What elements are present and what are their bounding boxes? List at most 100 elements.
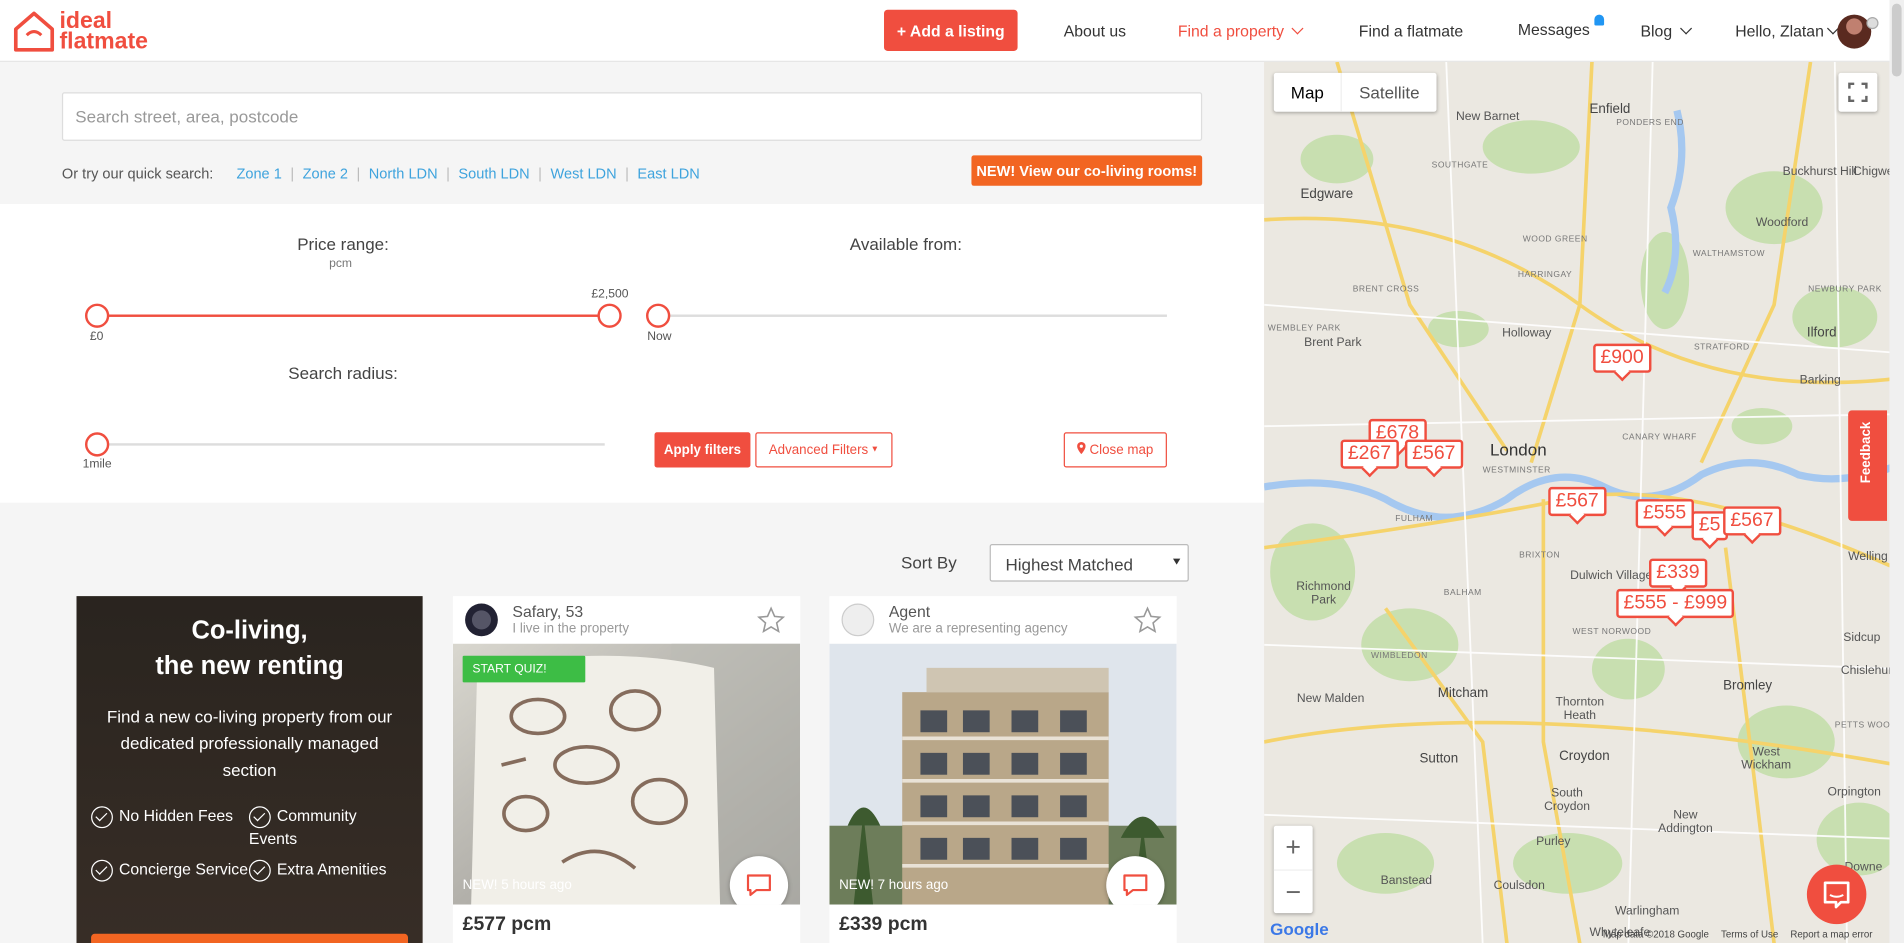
coliving-title-line-2: the new renting bbox=[155, 652, 344, 681]
apply-filters-button[interactable]: Apply filters bbox=[654, 432, 751, 468]
quick-link-west-ldn[interactable]: West LDN bbox=[550, 165, 616, 182]
map-place-label: WALTHAMSTOW bbox=[1692, 250, 1765, 259]
nav-find-property-label: Find a property bbox=[1177, 21, 1285, 41]
map-place-label: SOUTHGATE bbox=[1431, 161, 1489, 171]
map-view[interactable]: Enfield New Barnet PONDERS END SOUTHGATE… bbox=[1264, 61, 1904, 943]
listing-header: Safary, 53 I live in the property bbox=[452, 596, 801, 644]
view-coliving-button[interactable]: NEW! View our co-living rooms! bbox=[971, 155, 1203, 186]
chat-icon[interactable] bbox=[1106, 856, 1165, 905]
nav-about-us[interactable]: About us bbox=[1064, 22, 1126, 40]
map-place-label: FULHAM bbox=[1395, 514, 1434, 524]
map-place-label: NEWBURY PARK bbox=[1808, 285, 1882, 294]
map-place-label: Mitcham bbox=[1437, 686, 1489, 701]
coliving-title: Co-living, the new renting bbox=[77, 613, 423, 683]
listing-card[interactable]: Safary, 53 I live in the property START … bbox=[452, 596, 801, 943]
price-min-handle[interactable] bbox=[85, 303, 110, 328]
map-place-label: New Addington bbox=[1658, 808, 1713, 836]
zoom-controls: + − bbox=[1273, 825, 1313, 914]
sort-by-label: Sort By bbox=[901, 552, 957, 572]
map-price-marker[interactable]: £555 bbox=[1635, 499, 1694, 529]
map-place-label: Orpington bbox=[1827, 785, 1881, 800]
close-map-button[interactable]: Close map bbox=[1063, 432, 1167, 468]
add-listing-button[interactable]: + Add a listing bbox=[884, 9, 1018, 52]
map-place-label: Purley bbox=[1536, 835, 1571, 849]
map-tab-satellite[interactable]: Satellite bbox=[1342, 73, 1436, 112]
quick-link-south-ldn[interactable]: South LDN bbox=[458, 165, 529, 182]
scrollbar[interactable] bbox=[1889, 0, 1904, 943]
map-price-marker[interactable]: £567 bbox=[1548, 486, 1607, 517]
map-place-label: New Malden bbox=[1296, 692, 1365, 706]
listing-photo[interactable]: START QUIZ! NEW! 5 hours ago bbox=[452, 643, 801, 905]
quick-link-zone-2[interactable]: Zone 2 bbox=[303, 165, 348, 182]
radius-handle[interactable] bbox=[85, 432, 110, 457]
nav-find-property[interactable]: Find a property bbox=[1177, 21, 1305, 41]
coliving-cta-button[interactable] bbox=[91, 933, 409, 943]
chat-icon[interactable] bbox=[729, 856, 789, 905]
google-logo: Google bbox=[1270, 919, 1329, 939]
feedback-tab[interactable]: Feedback bbox=[1848, 410, 1888, 521]
quick-link-north-ldn[interactable]: North LDN bbox=[369, 165, 438, 182]
nav-messages[interactable]: Messages bbox=[1518, 21, 1590, 39]
coliving-title-line-1: Co-living, bbox=[191, 616, 308, 645]
star-icon[interactable] bbox=[757, 606, 786, 635]
user-menu[interactable]: Hello, Zlatan bbox=[1735, 22, 1839, 40]
available-handle[interactable] bbox=[646, 303, 671, 328]
available-from-label: Available from: bbox=[849, 234, 962, 254]
close-map-label: Close map bbox=[1089, 442, 1154, 458]
search-input[interactable]: Search street, area, postcode bbox=[61, 92, 1203, 141]
quick-link-zone-1[interactable]: Zone 1 bbox=[236, 165, 281, 182]
chevron-down-icon bbox=[1292, 22, 1305, 35]
map-price-marker[interactable]: £567 bbox=[1404, 439, 1463, 469]
map-place-label: Woodford bbox=[1755, 216, 1809, 230]
start-quiz-badge[interactable]: START QUIZ! bbox=[462, 655, 586, 683]
map-place-label: Brent Park bbox=[1304, 336, 1362, 350]
map-footer: Map data ©2018 Google Terms of Use Repor… bbox=[1603, 929, 1873, 940]
notification-bell-icon[interactable] bbox=[1594, 14, 1605, 26]
chevron-down-icon bbox=[1680, 22, 1693, 35]
listing-photo[interactable]: NEW! 7 hours ago bbox=[829, 643, 1177, 905]
divider: | bbox=[290, 165, 295, 183]
zoom-out-button[interactable]: − bbox=[1273, 869, 1313, 913]
logo[interactable]: ideal flatmate bbox=[12, 9, 148, 54]
map-price-marker[interactable]: £267 bbox=[1340, 439, 1399, 469]
advanced-filters-button[interactable]: Advanced Filters ▼ bbox=[755, 432, 893, 468]
chat-bubble-icon[interactable] bbox=[1806, 864, 1867, 925]
nav-blog[interactable]: Blog bbox=[1641, 22, 1693, 40]
feature-concierge-service: Concierge Service bbox=[91, 859, 248, 882]
map-place-label: CANARY WHARF bbox=[1622, 433, 1697, 443]
coliving-promo-card[interactable]: Co-living, the new renting Find a new co… bbox=[76, 596, 423, 943]
sort-select[interactable]: Highest Matched bbox=[989, 544, 1189, 582]
map-place-label: Croydon bbox=[1559, 749, 1610, 764]
map-terms-link[interactable]: Terms of Use bbox=[1721, 929, 1778, 940]
dropdown-arrow-icon bbox=[1173, 558, 1181, 565]
available-slider-track[interactable] bbox=[658, 314, 1167, 317]
price-slider-track[interactable] bbox=[97, 314, 610, 317]
price-max-handle[interactable] bbox=[597, 303, 622, 328]
map-place-label: BALHAM bbox=[1443, 588, 1482, 598]
quick-link-east-ldn[interactable]: East LDN bbox=[637, 165, 699, 182]
map-place-label: Enfield bbox=[1589, 102, 1631, 117]
map-place-label: Edgware bbox=[1300, 187, 1354, 202]
radius-slider-track[interactable] bbox=[97, 443, 605, 446]
scrollbar-thumb[interactable] bbox=[1891, 3, 1902, 77]
map-place-label: PONDERS END bbox=[1616, 119, 1684, 128]
map-type-toggle: Map Satellite bbox=[1273, 72, 1437, 112]
map-place-label: Holloway bbox=[1502, 326, 1552, 341]
map-price-marker[interactable]: £567 bbox=[1723, 506, 1781, 536]
map-report-link[interactable]: Report a map error bbox=[1790, 929, 1872, 940]
feature-label: No Hidden Fees bbox=[119, 806, 234, 825]
star-icon[interactable] bbox=[1133, 606, 1162, 635]
map-price-marker[interactable]: £900 bbox=[1593, 343, 1651, 373]
map-price-marker[interactable]: £339 bbox=[1649, 558, 1707, 588]
listing-card[interactable]: Agent We are a representing agency NEW! … bbox=[829, 596, 1177, 943]
map-tab-map[interactable]: Map bbox=[1274, 72, 1343, 112]
fullscreen-icon[interactable] bbox=[1838, 72, 1878, 112]
page-root: ideal flatmate + Add a listing About us … bbox=[0, 0, 1904, 943]
nav-find-flatmate[interactable]: Find a flatmate bbox=[1359, 22, 1463, 40]
price-unit: pcm bbox=[329, 257, 353, 271]
map-place-label: Richmond Park bbox=[1296, 580, 1351, 608]
map-place-label: Coulsdon bbox=[1493, 879, 1545, 893]
map-price-marker[interactable]: £555 - £999 bbox=[1616, 588, 1735, 619]
zoom-in-button[interactable]: + bbox=[1274, 826, 1313, 870]
map-place-label: Sidcup bbox=[1843, 631, 1881, 645]
